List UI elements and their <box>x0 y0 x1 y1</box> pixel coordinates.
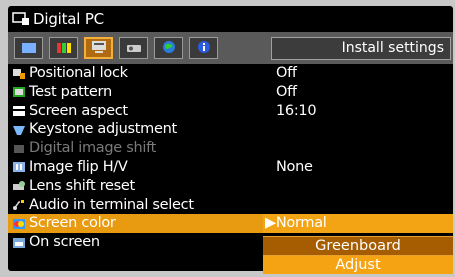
menu-item-digital-image-shift: Digital image shift <box>8 139 453 158</box>
on-screen-icon <box>11 236 26 249</box>
projector-osd: Digital PC Install settings Positional l… <box>0 0 455 277</box>
test-pattern-icon <box>11 86 26 99</box>
menu-item-image-flip[interactable]: Image flip H/V None <box>8 158 453 177</box>
menu-item-screen-color[interactable]: Screen color ▶Normal <box>8 214 453 234</box>
menu-label: Image flip H/V <box>29 158 128 175</box>
menu-item-audio-in[interactable]: Audio in terminal select <box>8 196 453 215</box>
input-source-icon <box>12 11 30 27</box>
flip-icon <box>11 161 26 174</box>
tab-color[interactable] <box>49 37 78 59</box>
menu-value: Off <box>276 65 297 81</box>
screen-color-dropdown: Greenboard Adjust <box>263 236 453 274</box>
tab-info[interactable] <box>189 37 218 59</box>
menu-value: Off <box>276 83 297 100</box>
menu-label: Test pattern <box>29 83 112 100</box>
menu-list: Positional lock Off Test pattern Off Scr… <box>8 64 453 252</box>
tab-network[interactable] <box>154 37 183 59</box>
projector-icon <box>126 39 142 58</box>
menu-label: Screen color <box>29 215 116 232</box>
screen-color-icon <box>11 217 26 230</box>
lens-shift-icon <box>11 180 26 193</box>
menu-item-positional-lock[interactable]: Positional lock Off <box>8 64 453 83</box>
info-icon <box>197 39 211 58</box>
menu-value: 16:10 <box>276 102 317 119</box>
image-shift-icon <box>11 142 26 155</box>
input-title: Digital PC <box>33 10 104 28</box>
menu-label: On screen <box>29 234 100 251</box>
install-icon <box>91 39 107 58</box>
option-adjust[interactable]: Adjust <box>263 255 453 274</box>
title-bar: Digital PC <box>8 6 453 32</box>
globe-icon <box>162 39 176 58</box>
screen-aspect-icon <box>11 105 26 118</box>
section-label: Install settings <box>271 37 451 60</box>
option-greenboard[interactable]: Greenboard <box>263 236 453 255</box>
menu-label: Lens shift reset <box>29 177 135 194</box>
menu-label: Positional lock <box>29 65 128 81</box>
audio-icon <box>11 199 26 212</box>
tab-install[interactable] <box>84 37 113 59</box>
lock-icon <box>11 67 26 80</box>
image-adjust-icon <box>21 39 37 58</box>
menu-item-test-pattern[interactable]: Test pattern Off <box>8 83 453 102</box>
tab-image-adjust[interactable] <box>14 37 43 59</box>
menu-value[interactable]: ▶Normal <box>263 214 453 234</box>
menu-label: Digital image shift <box>29 140 157 157</box>
menu-frame: Digital PC Install settings Positional l… <box>8 6 453 274</box>
keystone-icon <box>11 123 26 136</box>
menu-label: Screen aspect <box>29 102 128 119</box>
menu-item-keystone[interactable]: Keystone adjustment <box>8 120 453 139</box>
menu-label: Keystone adjustment <box>29 121 177 138</box>
tab-projector[interactable] <box>119 37 148 59</box>
menu-value: None <box>276 158 313 175</box>
menu-item-lens-shift-reset[interactable]: Lens shift reset <box>8 177 453 196</box>
color-bars-icon <box>56 39 72 58</box>
menu-label: Audio in terminal select <box>29 196 194 213</box>
menu-item-screen-aspect[interactable]: Screen aspect 16:10 <box>8 102 453 121</box>
